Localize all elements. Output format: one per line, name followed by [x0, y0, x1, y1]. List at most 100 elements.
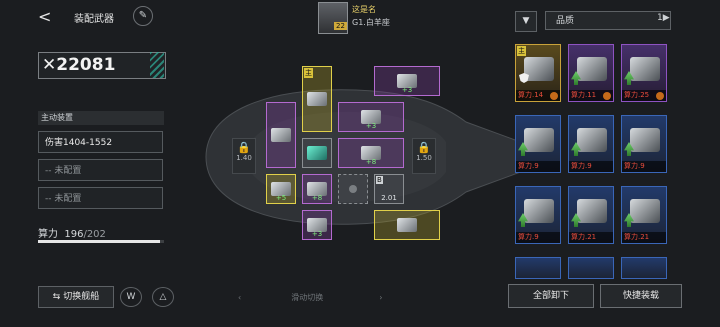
swap-icon: ⇆ [52, 292, 64, 302]
empty-slot[interactable] [338, 174, 368, 204]
back-button[interactable]: < [38, 8, 54, 26]
lock-value: 1.50 [416, 154, 432, 162]
module-bonus: +3 [401, 86, 413, 94]
weapon-icon [524, 128, 554, 152]
locked-slot-right[interactable]: 🔒 1.50 [412, 138, 436, 174]
turret-icon [397, 218, 417, 232]
b-tag: B [376, 176, 383, 184]
sort-toggle-icon[interactable]: 1▶ [657, 13, 670, 23]
capacity-fill [38, 240, 161, 243]
core-icon [307, 146, 327, 160]
active-slot-3[interactable]: -- 未配置 [38, 187, 163, 209]
power-value: ✕22081 [42, 55, 115, 75]
weapon-cost: 算力.21 [622, 232, 666, 243]
weapon-card[interactable]: 算力.9 [515, 186, 561, 244]
shield-icon [519, 73, 529, 83]
module-top-right[interactable]: +3 [374, 66, 440, 96]
weapon-card-partial[interactable] [568, 257, 614, 279]
unload-all-button[interactable]: 全部卸下 [508, 284, 594, 308]
weapon-card[interactable]: 算力.9 [515, 115, 561, 173]
lock-icon: 🔒 [417, 141, 431, 154]
filter-icon: ▼ [522, 16, 530, 26]
chevron-right-icon: › [379, 293, 383, 302]
main-tag: 主 [304, 68, 313, 78]
module-left[interactable] [266, 102, 296, 168]
power-number: 22081 [56, 55, 116, 75]
sort-dropdown[interactable]: 品质 [545, 11, 671, 30]
wings-icon: W [126, 292, 136, 302]
active-heading: 主动装置 [38, 111, 164, 125]
switch-ship-label: 切换舰船 [63, 292, 100, 302]
weapon-cost: 算力.9 [516, 232, 560, 243]
weapon-card[interactable]: 算力.9 [621, 115, 667, 173]
module-center-right-2[interactable]: +8 [338, 138, 404, 168]
weapon-icon [577, 128, 607, 152]
weapon-icon [630, 57, 660, 81]
weapon-icon [577, 57, 607, 81]
badge-icon [603, 92, 611, 100]
badge-icon [656, 92, 664, 100]
lock-value: 1.40 [236, 154, 252, 162]
lock-icon: 🔒 [237, 141, 251, 154]
module-bonus: +3 [365, 122, 377, 130]
weapon-icon [524, 199, 554, 223]
weapon-card[interactable]: 算力.11 [568, 44, 614, 102]
module-main[interactable]: 主 [302, 66, 332, 132]
power-icon: ✕ [42, 55, 57, 75]
module-bonus: +5 [275, 194, 287, 202]
module-bonus: +3 [311, 230, 323, 238]
ship-info-button[interactable]: W [120, 287, 142, 307]
empty-slot-icon [349, 185, 357, 193]
module-bottom-left[interactable]: +5 [266, 174, 296, 204]
player-level: 22 [334, 22, 347, 30]
module-b[interactable]: B 2.01 [374, 174, 404, 204]
fleet-button[interactable]: △ [152, 287, 174, 307]
weapon-card[interactable]: 算力.21 [621, 186, 667, 244]
weapon-cost: 算力.9 [516, 161, 560, 172]
page-title: 装配武器 [74, 14, 114, 25]
module-bottom[interactable]: +3 [302, 210, 332, 240]
equipped-tag: 主 [517, 46, 526, 56]
weapon-cost: 算力.9 [622, 161, 666, 172]
switch-ship-button[interactable]: ⇆ 切换舰船 [38, 286, 114, 308]
weapon-cost: 算力.21 [569, 232, 613, 243]
locked-slot-left[interactable]: 🔒 1.40 [232, 138, 256, 174]
weapon-card-partial[interactable] [515, 257, 561, 279]
swipe-hint[interactable]: ‹ 滑动切换 › [238, 292, 382, 303]
weapon-card[interactable]: 主算力.14 [515, 44, 561, 102]
cannon-icon [271, 128, 291, 142]
capacity-max: /202 [83, 229, 106, 240]
module-center-right[interactable]: +3 [338, 102, 404, 132]
filter-button[interactable]: ▼ [515, 11, 537, 32]
weapon-card[interactable]: 算力.25 [621, 44, 667, 102]
player-name: 这是名 [352, 5, 376, 14]
edit-icon[interactable]: ✎ [133, 6, 153, 26]
weapon-card[interactable]: 算力.9 [568, 115, 614, 173]
b-value: 2.01 [381, 194, 397, 202]
player-galaxy: G1.白羊座 [352, 18, 390, 27]
chevron-left-icon: ‹ [238, 293, 242, 302]
weapon-cost: 算力.9 [569, 161, 613, 172]
weapon-icon [577, 199, 607, 223]
active-slot-2[interactable]: -- 未配置 [38, 159, 163, 181]
triangle-icon: △ [159, 292, 167, 302]
module-bottom-mid[interactable]: +8 [302, 174, 332, 204]
quick-load-button[interactable]: 快捷装载 [600, 284, 682, 308]
capacity-readout: 算力 196/202 [38, 225, 106, 240]
swipe-label: 滑动切换 [291, 293, 324, 302]
weapon-card[interactable]: 算力.21 [568, 186, 614, 244]
badge-icon [550, 92, 558, 100]
module-bonus: +8 [365, 158, 377, 166]
capacity-label: 算力 [38, 229, 58, 240]
power-stripe-decor [150, 52, 164, 78]
turret-icon [307, 92, 327, 106]
active-slot-1[interactable]: 伤害1404-1552 [38, 131, 163, 153]
weapon-icon [630, 128, 660, 152]
weapon-icon [630, 199, 660, 223]
weapon-icon [524, 57, 554, 81]
capacity-current: 196 [64, 229, 84, 240]
weapon-card-partial[interactable] [621, 257, 667, 279]
module-bonus: +8 [311, 194, 323, 202]
module-core[interactable] [302, 138, 332, 168]
module-bottom-right[interactable] [374, 210, 440, 240]
